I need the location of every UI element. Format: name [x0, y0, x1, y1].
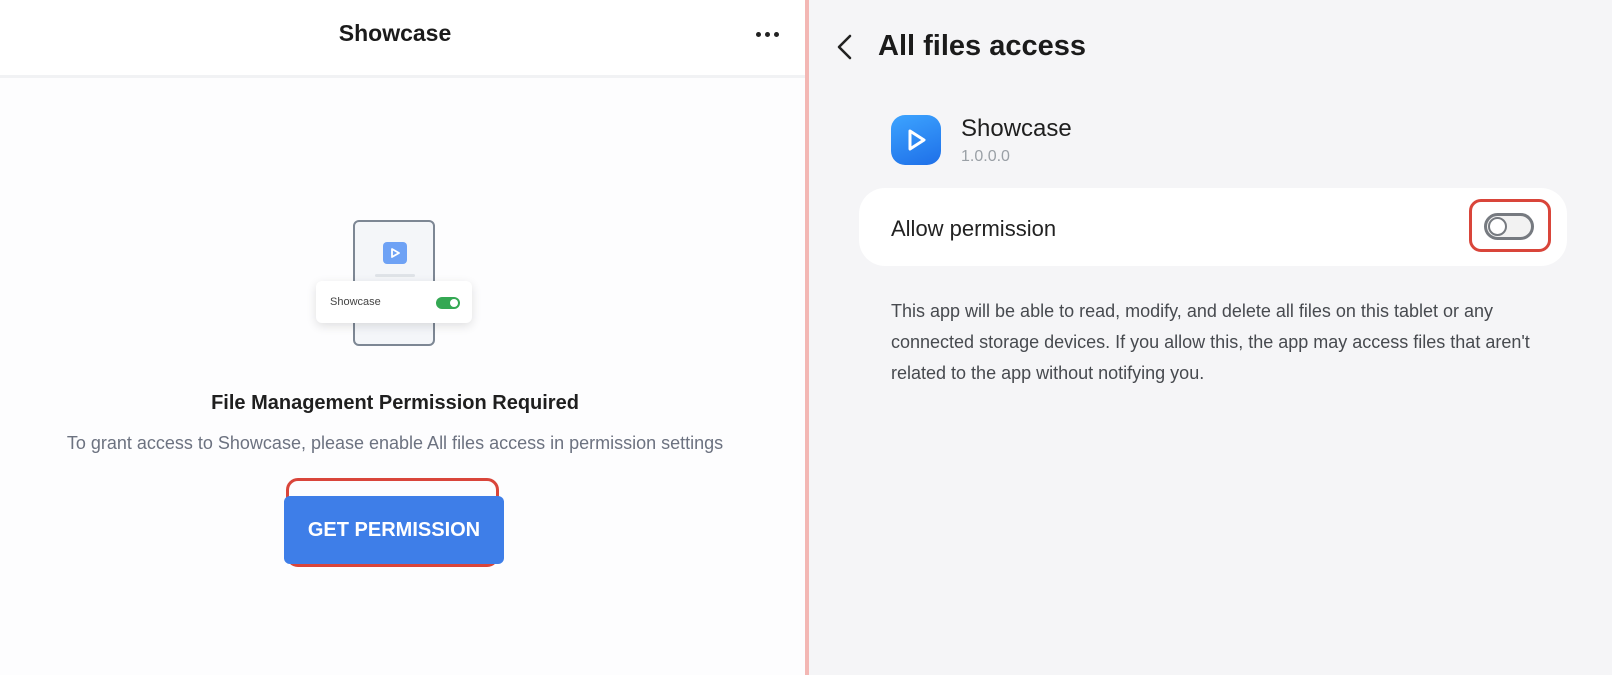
permission-warning-text: This app will be able to read, modify, a… [891, 301, 1530, 383]
allow-permission-row[interactable]: Allow permission [859, 188, 1567, 266]
permission-illustration: Showcase [280, 210, 510, 350]
permission-description: To grant access to Showcase, please enab… [66, 433, 724, 453]
illustration-toggle-icon [436, 297, 460, 309]
app-version: 1.0.0.0 [961, 148, 1010, 165]
app-play-icon [891, 115, 941, 165]
get-permission-button[interactable]: GET PERMISSION [284, 496, 504, 564]
toggle-knob [1488, 217, 1507, 236]
app-top-bar: Showcase [0, 0, 805, 78]
illustration-card-label: Showcase [330, 296, 381, 308]
allow-permission-toggle[interactable] [1484, 213, 1534, 240]
settings-title: All files access [878, 30, 1086, 62]
app-panel: Showcase Showcase File Management Permis… [0, 0, 805, 675]
back-chevron-icon[interactable] [831, 30, 859, 64]
app-name: Showcase [961, 115, 1072, 142]
more-options-icon[interactable] [752, 22, 782, 46]
allow-permission-label: Allow permission [891, 216, 1057, 241]
illustration-card: Showcase [316, 281, 472, 323]
play-icon [383, 242, 407, 264]
settings-panel: All files access Showcase 1.0.0.0 Allow … [809, 0, 1612, 675]
app-title: Showcase [338, 20, 452, 46]
permission-title: File Management Permission Required [211, 392, 579, 414]
